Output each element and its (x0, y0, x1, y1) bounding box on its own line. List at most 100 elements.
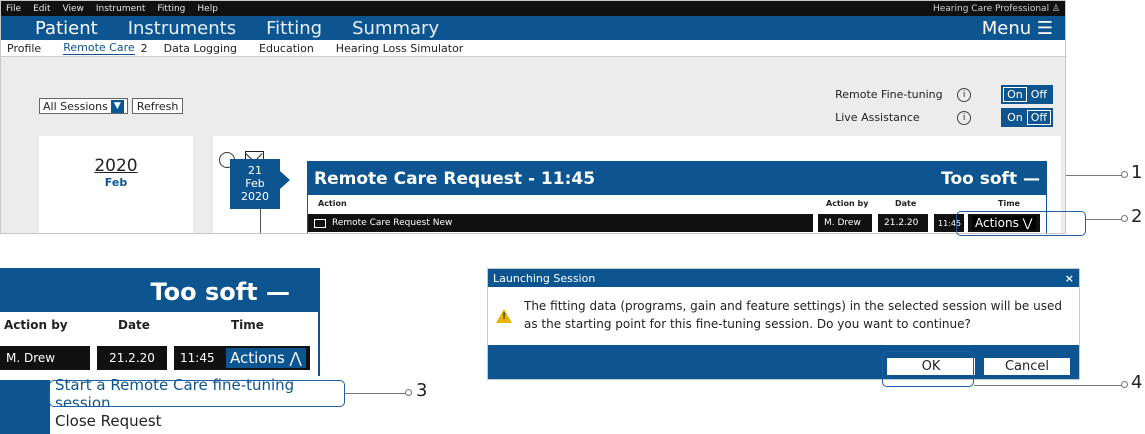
zoom-row-date: 21.2.20 (97, 346, 167, 370)
callout-number-1: 1 (1131, 162, 1143, 183)
table-row[interactable]: Remote Care Request New M. Drew 21.2.20 … (308, 212, 1046, 232)
row-action: Remote Care Request New (332, 218, 453, 228)
warning-glyph: ! (502, 312, 507, 322)
toggle-on[interactable]: On (1003, 110, 1027, 125)
col-action-by: Action by (826, 199, 869, 208)
chevron-down-icon: ▼ (110, 99, 124, 113)
col-action: Action (318, 199, 347, 208)
menu-view[interactable]: View (63, 4, 84, 14)
envelope-icon (314, 218, 326, 228)
start-session-highlight (49, 380, 345, 407)
sessions-controls: All Sessions ▼ Refresh (39, 98, 184, 114)
zoom-header: Too soft — (0, 268, 320, 312)
cancel-button[interactable]: Cancel (983, 357, 1071, 376)
zoom-col-action-by: Action by (4, 318, 68, 332)
callout-line-2 (1086, 219, 1122, 220)
remote-finetuning-toggle[interactable]: On Off (1001, 85, 1053, 104)
toggle-off[interactable]: Off (1026, 110, 1051, 125)
callout-line-1 (1066, 175, 1122, 176)
live-assistance-row: Live Assistance i On Off (835, 108, 1053, 127)
year-label[interactable]: 2020 (39, 156, 193, 176)
remote-finetuning-row: Remote Fine-tuning i On Off (835, 85, 1053, 104)
col-time: Time (998, 199, 1020, 208)
launching-session-dialog: Launching Session × ! The fitting data (… (487, 268, 1080, 380)
date-flag[interactable]: 21 Feb 2020 (230, 159, 290, 209)
info-icon[interactable]: i (957, 87, 972, 102)
zoom-status[interactable]: Too soft — (150, 278, 290, 306)
dialog-message: The fitting data (programs, gain and fea… (524, 299, 1062, 331)
main-nav: Patient Instruments Fitting Summary Menu… (1, 16, 1065, 40)
nav-instruments[interactable]: Instruments (128, 18, 236, 39)
zoom-card-border (318, 312, 320, 376)
callout-line-3 (345, 393, 407, 394)
menu-edit[interactable]: Edit (33, 4, 50, 14)
callout-dot-1 (1121, 171, 1128, 178)
date-month: Feb (245, 177, 265, 190)
dialog-title: Launching Session (493, 271, 596, 285)
actions-highlight (956, 211, 1086, 236)
tab-bar: Profile Remote Care 2 Data Logging Educa… (1, 40, 1065, 57)
callout-dot-2 (1121, 215, 1128, 222)
zoom-row-action-by: M. Drew (0, 346, 90, 370)
callout-number-3: 3 (416, 380, 428, 401)
zoom-col-date: Date (118, 318, 150, 332)
menu-help[interactable]: Help (197, 4, 218, 14)
menu-file[interactable]: File (6, 4, 21, 14)
dialog-footer: OK Cancel (488, 345, 1079, 379)
close-request-item[interactable]: Close Request (50, 407, 345, 434)
date-day: 21 (248, 164, 262, 177)
date-year: 2020 (241, 190, 269, 203)
toggle-off[interactable]: Off (1026, 87, 1051, 102)
timeline-line (260, 209, 261, 233)
remote-finetuning-label: Remote Fine-tuning (835, 88, 943, 101)
menu-button[interactable]: Menu ☰ (982, 18, 1053, 39)
live-assistance-label: Live Assistance (835, 111, 920, 124)
row-action-by: M. Drew (818, 214, 872, 232)
user-label[interactable]: Hearing Care Professional ♙ (933, 4, 1060, 14)
month-label[interactable]: Feb (39, 176, 193, 189)
sessions-select[interactable]: All Sessions ▼ (39, 98, 128, 114)
remote-care-request-card: Remote Care Request - 11:45 Too soft — A… (307, 161, 1047, 233)
request-column-headers: Action Action by Date Time (308, 195, 1046, 212)
request-header: Remote Care Request - 11:45 Too soft — (308, 162, 1046, 195)
sessions-select-value: All Sessions (43, 99, 108, 113)
tab-education[interactable]: Education (259, 42, 314, 55)
callout-line-4 (974, 385, 1122, 386)
nav-summary[interactable]: Summary (352, 18, 439, 39)
year-panel: 2020 Feb (39, 136, 193, 233)
row-action-cell: Remote Care Request New (308, 214, 813, 232)
menu-instrument[interactable]: Instrument (96, 4, 146, 14)
tab-data-logging[interactable]: Data Logging (164, 42, 237, 55)
col-date: Date (895, 199, 917, 208)
nav-fitting[interactable]: Fitting (266, 18, 322, 39)
menu-strip (0, 380, 50, 434)
row-date: 21.2.20 (878, 214, 928, 232)
zoom-col-time: Time (231, 318, 264, 332)
actions-dropdown-open[interactable]: Actions ⋀ (226, 348, 306, 368)
dialog-title-bar: Launching Session × (488, 269, 1079, 287)
warning-icon: ! (496, 309, 512, 323)
menu-bar: File Edit View Instrument Fitting Help H… (1, 1, 1065, 16)
actions-menu-zoom: Too soft — Action by Date Time M. Drew 2… (0, 268, 345, 434)
request-title: Remote Care Request - 11:45 (314, 168, 596, 189)
menu-fitting[interactable]: Fitting (157, 4, 185, 14)
live-assistance-toggle[interactable]: On Off (1001, 108, 1053, 127)
info-icon[interactable]: i (957, 110, 972, 125)
ok-highlight (882, 351, 974, 387)
tab-remote-care[interactable]: Remote Care (63, 41, 135, 55)
zoom-row-time-value: 11:45 (180, 351, 215, 365)
toggle-on[interactable]: On (1003, 87, 1027, 102)
nav-patient[interactable]: Patient (35, 18, 98, 39)
callout-number-4: 4 (1131, 372, 1143, 393)
request-status[interactable]: Too soft — (941, 169, 1040, 189)
close-icon[interactable]: × (1065, 272, 1074, 285)
callout-number-2: 2 (1131, 206, 1143, 227)
tab-hearing-loss-simulator[interactable]: Hearing Loss Simulator (336, 42, 464, 55)
refresh-button[interactable]: Refresh (131, 98, 184, 114)
dialog-body: ! The fitting data (programs, gain and f… (488, 287, 1079, 345)
callout-dot-3 (405, 389, 412, 396)
remote-care-badge: 2 (140, 41, 148, 55)
tab-profile[interactable]: Profile (7, 42, 41, 55)
main-screen: File Edit View Instrument Fitting Help H… (0, 0, 1066, 234)
callout-dot-4 (1121, 381, 1128, 388)
